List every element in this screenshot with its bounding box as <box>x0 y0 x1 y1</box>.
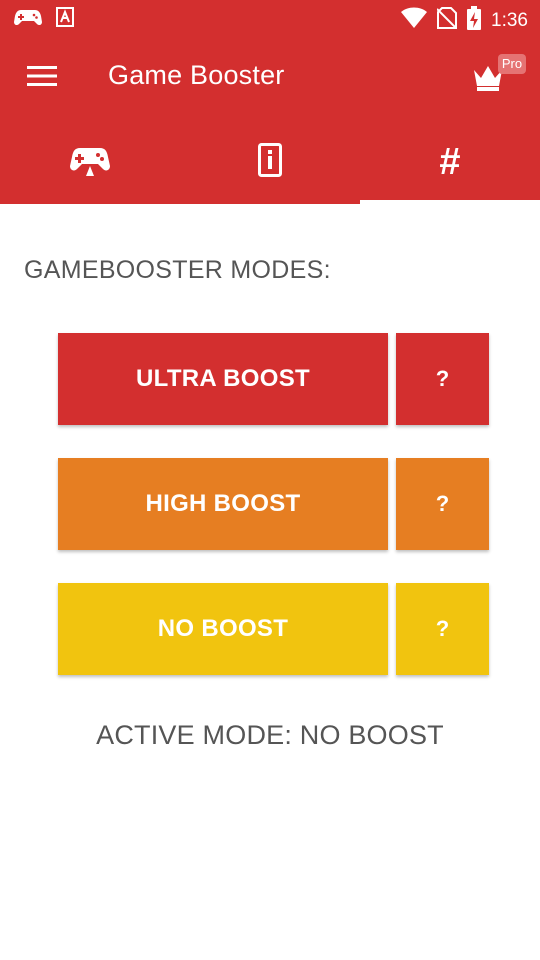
phone-info-icon <box>258 142 282 182</box>
gamepad-icon <box>70 144 110 181</box>
menu-button[interactable] <box>22 62 62 94</box>
hamburger-menu-icon <box>27 65 57 92</box>
tab-modes[interactable]: # <box>360 120 540 204</box>
gamepad-icon <box>14 7 42 32</box>
tab-bar: # <box>0 120 540 204</box>
ultra-boost-help-button[interactable]: ? <box>396 333 489 425</box>
mode-row-none: NO BOOST ? <box>58 583 489 675</box>
status-time: 1:36 <box>491 9 528 31</box>
wifi-icon <box>401 7 428 34</box>
high-boost-button[interactable]: HIGH BOOST <box>58 458 388 550</box>
ultra-boost-button[interactable]: ULTRA BOOST <box>58 333 388 425</box>
no-sim-icon <box>436 7 458 34</box>
app-notification-icon <box>56 7 74 32</box>
mode-row-high: HIGH BOOST ? <box>58 458 489 550</box>
page-title: Game Booster <box>108 60 285 90</box>
app-header: 1:36 Game Booster Pro # <box>0 0 540 204</box>
status-bar: 1:36 <box>0 0 540 36</box>
hash-icon: # <box>439 141 461 183</box>
mode-row-ultra: ULTRA BOOST ? <box>58 333 489 425</box>
high-boost-help-button[interactable]: ? <box>396 458 489 550</box>
pro-upgrade-button[interactable]: Pro <box>472 52 526 96</box>
battery-charging-icon <box>467 6 482 35</box>
main-content: GAMEBOOSTER MODES: ULTRA BOOST ? HIGH BO… <box>0 204 540 960</box>
app-bar: Game Booster Pro <box>0 36 540 120</box>
pro-badge: Pro <box>498 54 526 74</box>
tab-games[interactable] <box>0 120 180 204</box>
tab-info[interactable] <box>180 120 360 204</box>
no-boost-help-button[interactable]: ? <box>396 583 489 675</box>
section-title: GAMEBOOSTER MODES: <box>24 256 331 284</box>
active-mode-label: ACTIVE MODE: NO BOOST <box>96 720 444 750</box>
no-boost-button[interactable]: NO BOOST <box>58 583 388 675</box>
